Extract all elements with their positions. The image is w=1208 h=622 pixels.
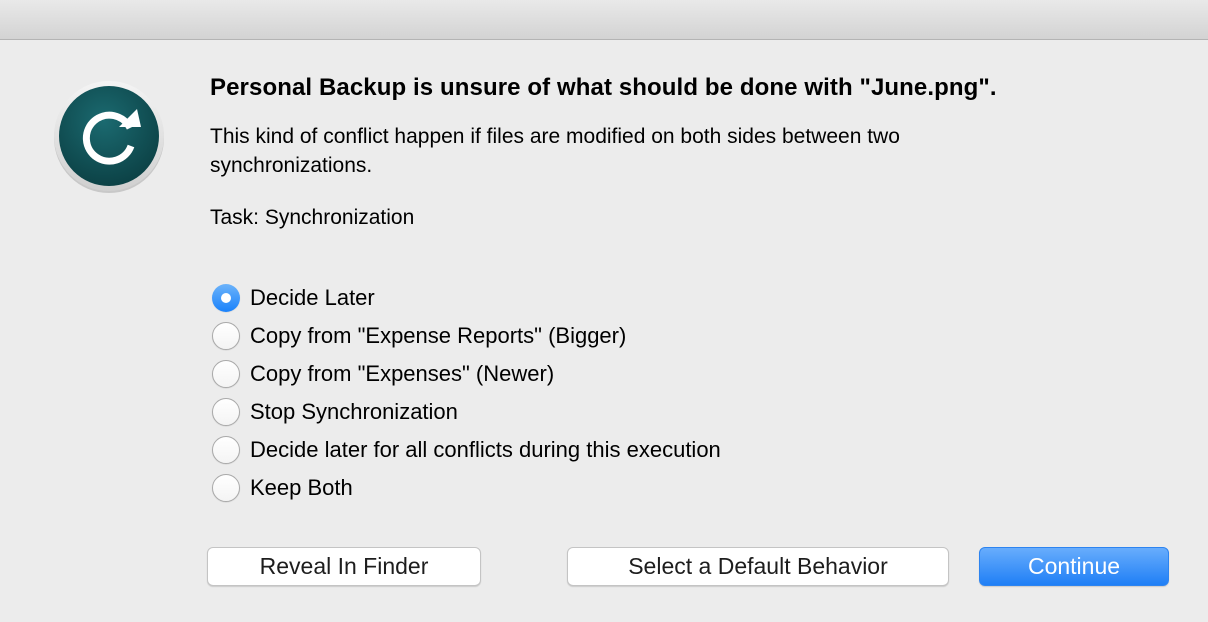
option-decide-later-all[interactable]: Decide later for all conflicts during th… — [212, 431, 721, 469]
option-stop-synchronization[interactable]: Stop Synchronization — [212, 393, 721, 431]
option-label[interactable]: Stop Synchronization — [250, 399, 458, 425]
conflict-options-radio-group: Decide Later Copy from "Expense Reports"… — [212, 279, 721, 507]
option-copy-from-expense-reports[interactable]: Copy from "Expense Reports" (Bigger) — [212, 317, 721, 355]
option-label[interactable]: Keep Both — [250, 475, 353, 501]
radio-button[interactable] — [212, 322, 240, 350]
option-copy-from-expenses[interactable]: Copy from "Expenses" (Newer) — [212, 355, 721, 393]
continue-button[interactable]: Continue — [979, 547, 1169, 586]
option-decide-later[interactable]: Decide Later — [212, 279, 721, 317]
radio-button-selected[interactable] — [212, 284, 240, 312]
reveal-in-finder-button[interactable]: Reveal In Finder — [207, 547, 481, 586]
select-default-behavior-button[interactable]: Select a Default Behavior — [567, 547, 949, 586]
radio-button[interactable] — [212, 360, 240, 388]
radio-button[interactable] — [212, 436, 240, 464]
option-label[interactable]: Decide Later — [250, 285, 375, 311]
window-titlebar[interactable] — [0, 0, 1208, 40]
dialog-message: This kind of conflict happen if files ar… — [210, 125, 900, 177]
radio-button[interactable] — [212, 398, 240, 426]
option-label[interactable]: Copy from "Expense Reports" (Bigger) — [250, 323, 626, 349]
option-label[interactable]: Copy from "Expenses" (Newer) — [250, 361, 554, 387]
sync-icon — [52, 80, 166, 194]
option-label[interactable]: Decide later for all conflicts during th… — [250, 437, 721, 463]
option-keep-both[interactable]: Keep Both — [212, 469, 721, 507]
radio-button[interactable] — [212, 474, 240, 502]
dialog-title: Personal Backup is unsure of what should… — [210, 74, 997, 101]
task-label: Task: Synchronization — [210, 206, 415, 229]
